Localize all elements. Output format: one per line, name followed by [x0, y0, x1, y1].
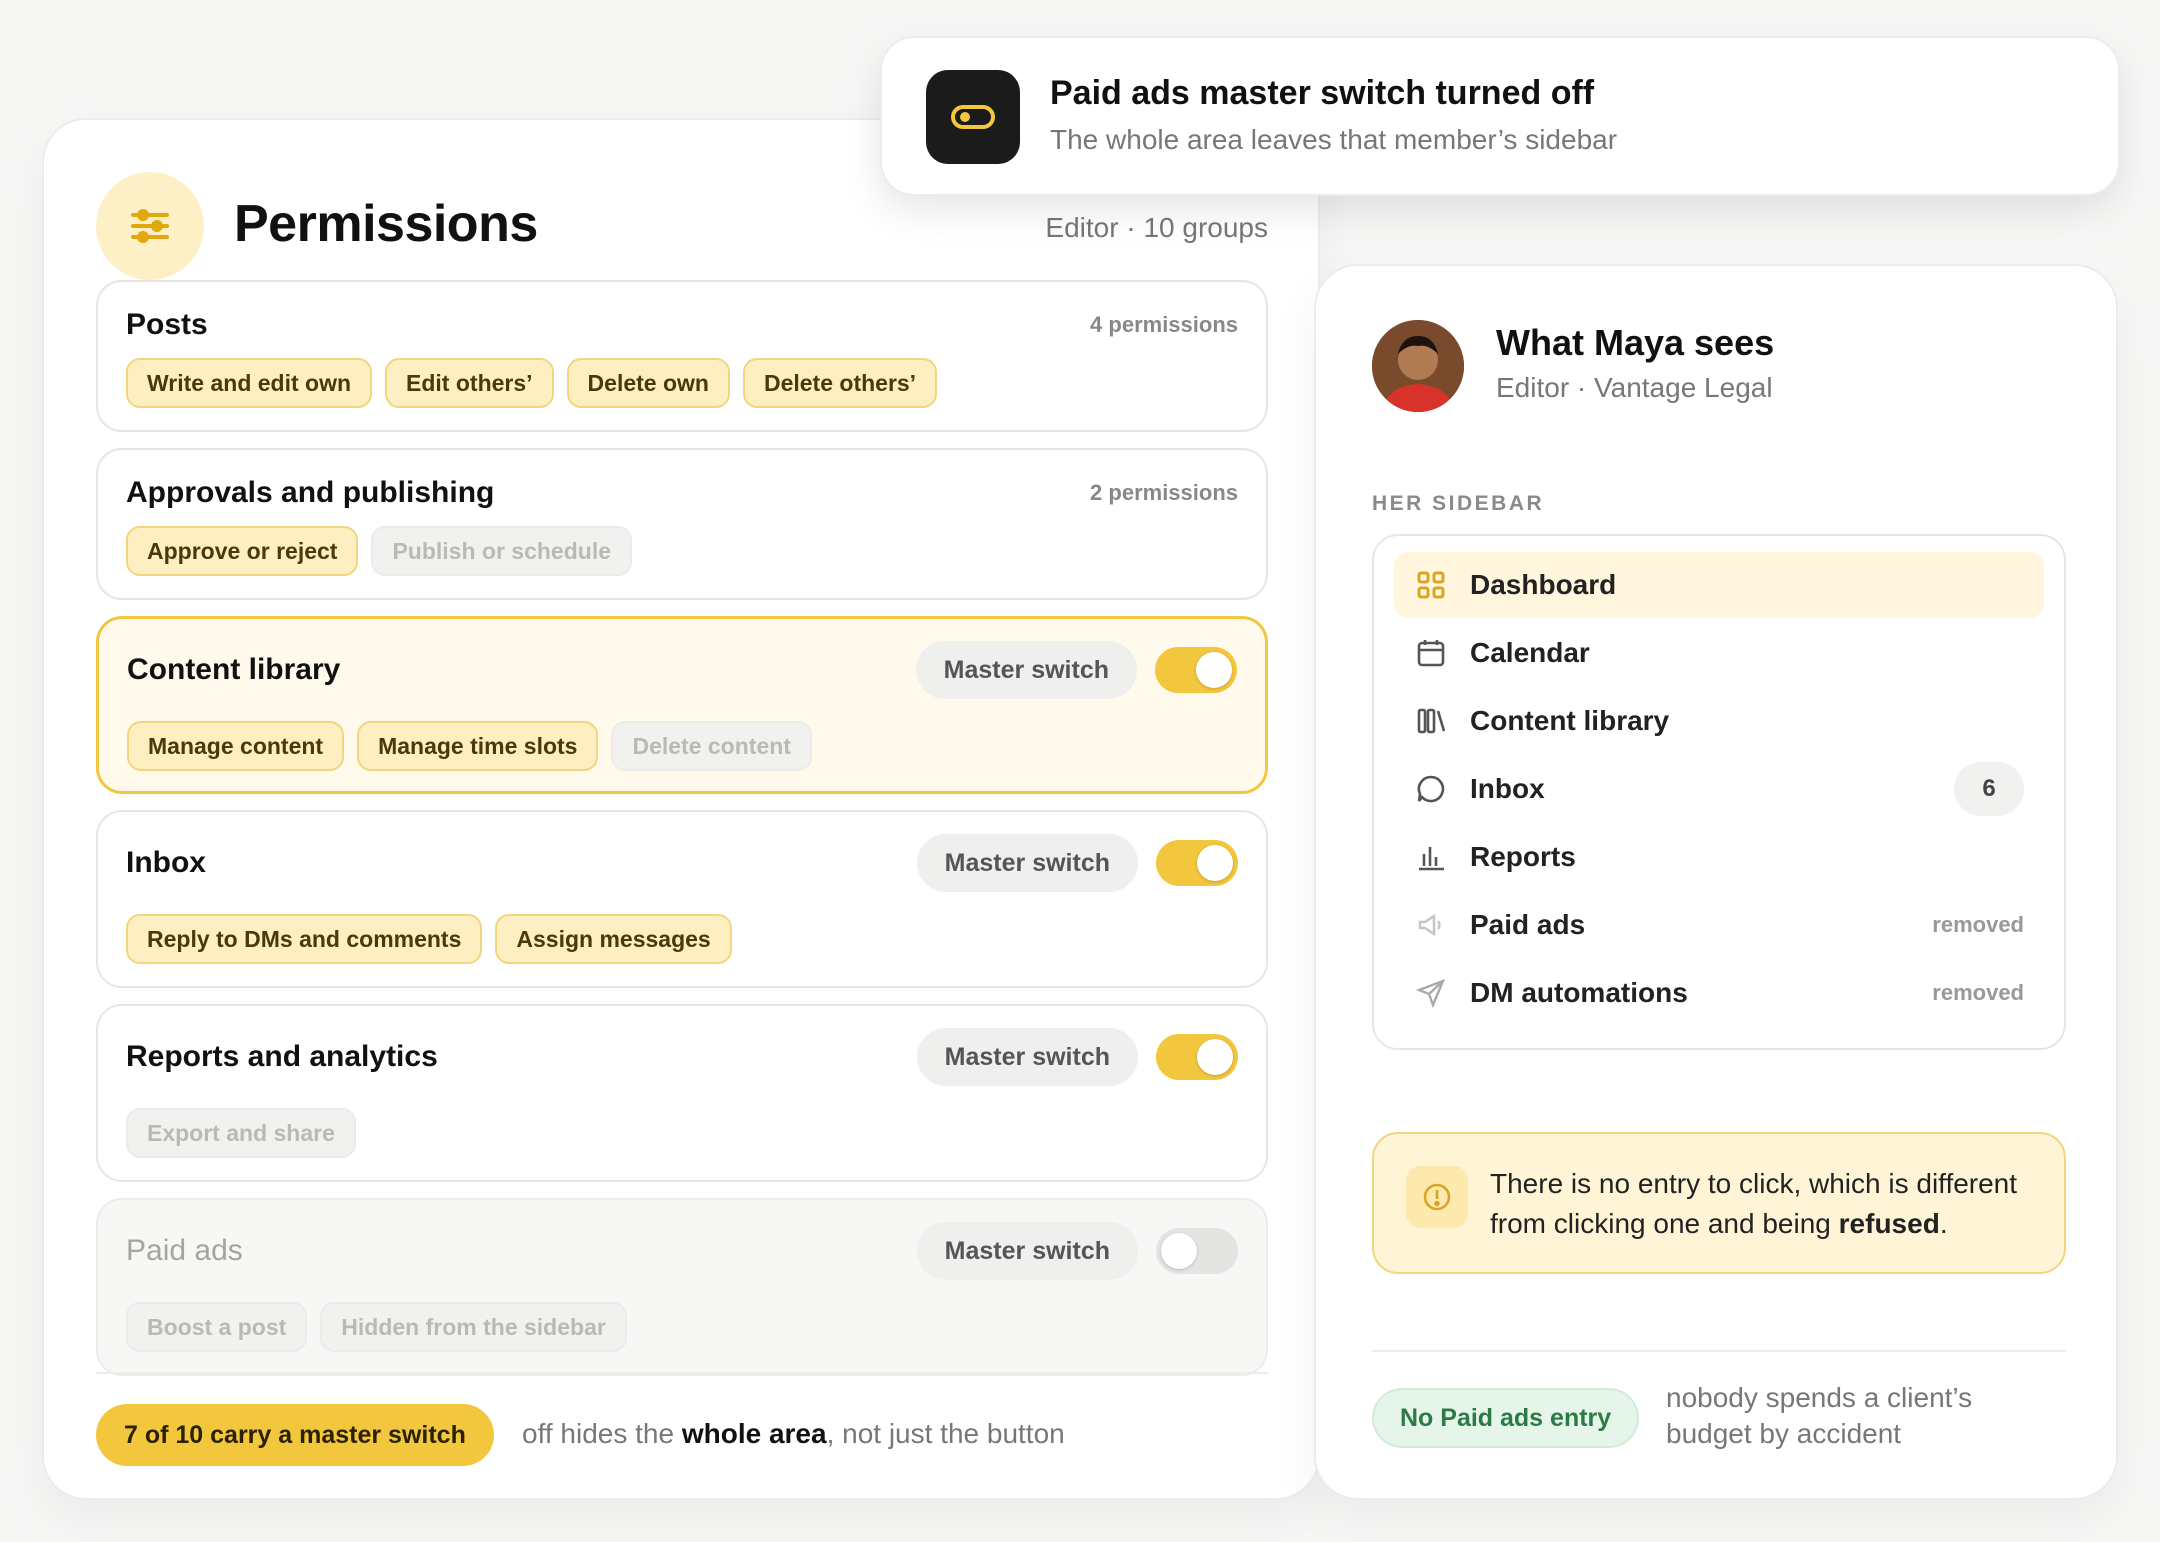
permission-chip[interactable]: Hidden from the sidebar: [320, 1302, 627, 1352]
permission-count: 4 permissions: [1090, 312, 1238, 337]
chat-icon: [1414, 772, 1448, 806]
master-switch-toggle[interactable]: [1155, 647, 1237, 693]
sidebar-item-label: Calendar: [1470, 637, 1590, 668]
sliders-icon: [96, 172, 204, 280]
preview-subtitle: Editor · Vantage Legal: [1496, 372, 1773, 403]
grid-icon: [1414, 568, 1448, 602]
footer-note: off hides the whole area, not just the b…: [522, 1418, 1065, 1449]
permission-chip[interactable]: Delete own: [566, 358, 730, 408]
sidebar-item-calendar[interactable]: Calendar: [1394, 620, 2044, 686]
permission-chip[interactable]: Delete content: [611, 721, 812, 771]
toast-notification: Paid ads master switch turned off The wh…: [880, 36, 2120, 196]
section-label: HER SIDEBAR: [1372, 492, 1545, 515]
toggle-icon: [926, 70, 1020, 164]
avatar: [1372, 320, 1464, 412]
green-pill-caption: nobody spends a client’s budget by accid…: [1666, 1382, 1973, 1449]
preview-title: What Maya sees: [1496, 322, 1775, 363]
toast-subtitle: The whole area leaves that member’s side…: [1050, 124, 1618, 155]
group-paid-ads: Paid ads Master switch Boost a post Hidd…: [96, 1198, 1268, 1376]
permission-chip[interactable]: Delete others’: [742, 358, 938, 408]
sidebar-item-label: Dashboard: [1470, 569, 1617, 600]
sidebar-item-label: Content library: [1470, 705, 1670, 736]
sidebar-item-label: Reports: [1470, 841, 1576, 872]
group-name: Content library: [127, 653, 341, 686]
permission-count: 2 permissions: [1090, 480, 1238, 505]
divider: [96, 1372, 1268, 1374]
group-name: Inbox: [126, 846, 206, 879]
removed-status: removed: [1932, 980, 2024, 1005]
calendar-icon: [1414, 636, 1448, 670]
role-summary: Editor · 10 groups: [1045, 212, 1268, 243]
sidebar-item-paid-ads: Paid ads removed: [1394, 892, 2044, 958]
toast-title: Paid ads master switch turned off: [1050, 74, 1595, 112]
group-inbox: Inbox Master switch Reply to DMs and com…: [96, 810, 1268, 988]
no-paid-ads-pill: No Paid ads entry: [1372, 1388, 1640, 1448]
bar-chart-icon: [1414, 840, 1448, 874]
master-switch-toggle[interactable]: [1156, 1034, 1238, 1080]
note-text: There is no entry to click, which is dif…: [1490, 1168, 2018, 1239]
send-icon: [1414, 976, 1448, 1010]
unread-count-badge: 6: [1954, 762, 2024, 816]
permission-chip[interactable]: Reply to DMs and comments: [126, 914, 483, 964]
group-content-library: Content library Master switch Manage con…: [96, 616, 1268, 794]
library-icon: [1414, 704, 1448, 738]
permission-chip[interactable]: Write and edit own: [126, 358, 373, 408]
sidebar-item-dashboard[interactable]: Dashboard: [1394, 552, 2044, 618]
permission-chip[interactable]: Export and share: [126, 1108, 356, 1158]
permission-chip[interactable]: Boost a post: [126, 1302, 308, 1352]
group-name: Approvals and publishing: [126, 476, 495, 509]
megaphone-icon: [1414, 908, 1448, 942]
page-title: Permissions: [234, 195, 538, 253]
group-name: Paid ads: [126, 1234, 243, 1267]
master-switch-toggle[interactable]: [1156, 1228, 1238, 1274]
permission-chip[interactable]: Edit others’: [385, 358, 554, 408]
group-posts: Posts 4 permissions Write and edit own E…: [96, 280, 1268, 432]
master-switch-label: Master switch: [915, 641, 1137, 699]
sidebar-item-dm-automations: DM automations removed: [1394, 960, 2044, 1026]
sidebar-item-label: Paid ads: [1470, 909, 1586, 940]
group-reports: Reports and analytics Master switch Expo…: [96, 1004, 1268, 1182]
master-switch-toggle[interactable]: [1156, 840, 1238, 886]
master-switch-label: Master switch: [916, 1222, 1138, 1280]
permission-chip[interactable]: Manage content: [127, 721, 345, 771]
group-approvals: Approvals and publishing 2 permissions A…: [96, 448, 1268, 600]
master-switch-label: Master switch: [916, 1028, 1138, 1086]
master-switch-count-pill: 7 of 10 carry a master switch: [96, 1404, 494, 1466]
permission-chip[interactable]: Assign messages: [495, 914, 732, 964]
permission-chip[interactable]: Manage time slots: [357, 721, 599, 771]
master-switch-label: Master switch: [916, 834, 1138, 892]
sidebar-preview: Dashboard Calendar Content library Inbox…: [1372, 534, 2066, 1050]
removed-status: removed: [1932, 912, 2024, 937]
sidebar-item-label: DM automations: [1470, 977, 1688, 1008]
sidebar-item-label: Inbox: [1470, 773, 1545, 804]
explanation-note: There is no entry to click, which is dif…: [1372, 1132, 2066, 1274]
sidebar-item-content-library[interactable]: Content library: [1394, 688, 2044, 754]
permission-chip[interactable]: Approve or reject: [126, 526, 359, 576]
group-name: Reports and analytics: [126, 1040, 438, 1073]
sidebar-item-inbox[interactable]: Inbox 6: [1394, 756, 2044, 822]
permission-chip[interactable]: Publish or schedule: [371, 526, 632, 576]
divider: [1372, 1350, 2066, 1352]
permissions-card: Permissions Editor · 10 groups Posts 4 p…: [42, 118, 1320, 1500]
member-preview-card: What Maya sees Editor · Vantage Legal HE…: [1314, 264, 2118, 1500]
alert-icon: [1406, 1166, 1468, 1228]
group-name: Posts: [126, 308, 208, 341]
sidebar-item-reports[interactable]: Reports: [1394, 824, 2044, 890]
